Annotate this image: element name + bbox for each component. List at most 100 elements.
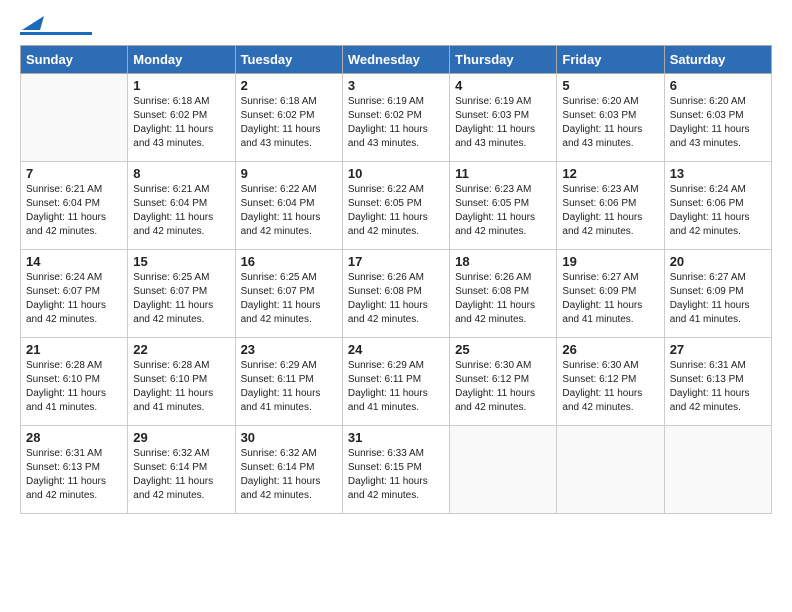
calendar-cell: 21 Sunrise: 6:28 AM Sunset: 6:10 PM Dayli… xyxy=(21,338,128,426)
calendar-cell: 12 Sunrise: 6:23 AM Sunset: 6:06 PM Dayli… xyxy=(557,162,664,250)
calendar-cell: 30 Sunrise: 6:32 AM Sunset: 6:14 PM Dayli… xyxy=(235,426,342,514)
calendar-week-row: 7 Sunrise: 6:21 AM Sunset: 6:04 PM Daylig… xyxy=(21,162,772,250)
day-info: Sunrise: 6:32 AM Sunset: 6:14 PM Dayligh… xyxy=(241,447,337,503)
calendar-header-monday: Monday xyxy=(128,46,235,74)
day-info: Sunrise: 6:28 AM Sunset: 6:10 PM Dayligh… xyxy=(133,359,229,415)
day-info: Sunrise: 6:29 AM Sunset: 6:11 PM Dayligh… xyxy=(348,359,444,415)
day-number: 5 xyxy=(562,78,658,93)
calendar-header-sunday: Sunday xyxy=(21,46,128,74)
calendar-week-row: 28Sunrise: 6:31 AM Sunset: 6:13 PM Dayli… xyxy=(21,426,772,514)
day-info: Sunrise: 6:19 AM Sunset: 6:02 PM Dayligh… xyxy=(348,95,444,151)
day-number: 17 xyxy=(348,254,444,269)
day-info: Sunrise: 6:18 AM Sunset: 6:02 PM Dayligh… xyxy=(241,95,337,151)
day-info: Sunrise: 6:27 AM Sunset: 6:09 PM Dayligh… xyxy=(562,271,658,327)
calendar-cell: 16 Sunrise: 6:25 AM Sunset: 6:07 PM Dayli… xyxy=(235,250,342,338)
day-info: Sunrise: 6:24 AM Sunset: 6:07 PM Dayligh… xyxy=(26,271,122,327)
day-number: 12 xyxy=(562,166,658,181)
day-number: 14 xyxy=(26,254,122,269)
day-number: 31 xyxy=(348,430,444,445)
calendar-cell: 31Sunrise: 6:33 AM Sunset: 6:15 PM Dayli… xyxy=(342,426,449,514)
calendar-cell: 11 Sunrise: 6:23 AM Sunset: 6:05 PM Dayli… xyxy=(450,162,557,250)
day-info: Sunrise: 6:22 AM Sunset: 6:04 PM Dayligh… xyxy=(241,183,337,239)
calendar-cell: 9 Sunrise: 6:22 AM Sunset: 6:04 PM Daylig… xyxy=(235,162,342,250)
calendar-cell: 17 Sunrise: 6:26 AM Sunset: 6:08 PM Dayli… xyxy=(342,250,449,338)
day-info: Sunrise: 6:32 AM Sunset: 6:14 PM Dayligh… xyxy=(133,447,229,503)
calendar-cell: 13 Sunrise: 6:24 AM Sunset: 6:06 PM Dayli… xyxy=(664,162,771,250)
day-number: 23 xyxy=(241,342,337,357)
day-info: Sunrise: 6:25 AM Sunset: 6:07 PM Dayligh… xyxy=(241,271,337,327)
day-number: 27 xyxy=(670,342,766,357)
calendar-cell: 29 Sunrise: 6:32 AM Sunset: 6:14 PM Dayli… xyxy=(128,426,235,514)
calendar-cell xyxy=(21,74,128,162)
day-number: 20 xyxy=(670,254,766,269)
day-info: Sunrise: 6:31 AM Sunset: 6:13 PM Dayligh… xyxy=(670,359,766,415)
calendar-cell xyxy=(450,426,557,514)
day-info: Sunrise: 6:25 AM Sunset: 6:07 PM Dayligh… xyxy=(133,271,229,327)
day-number: 11 xyxy=(455,166,551,181)
calendar-week-row: 21 Sunrise: 6:28 AM Sunset: 6:10 PM Dayli… xyxy=(21,338,772,426)
day-number: 6 xyxy=(670,78,766,93)
day-info: Sunrise: 6:24 AM Sunset: 6:06 PM Dayligh… xyxy=(670,183,766,239)
calendar-cell: 7Sunrise: 6:21 AM Sunset: 6:04 PM Daylig… xyxy=(21,162,128,250)
day-number: 10 xyxy=(348,166,444,181)
day-number: 16 xyxy=(241,254,337,269)
calendar-cell: 4Sunrise: 6:19 AM Sunset: 6:03 PM Daylig… xyxy=(450,74,557,162)
calendar-cell: 18 Sunrise: 6:26 AM Sunset: 6:08 PM Dayli… xyxy=(450,250,557,338)
logo-wing-icon xyxy=(22,12,44,30)
calendar-cell: 24 Sunrise: 6:29 AM Sunset: 6:11 PM Dayli… xyxy=(342,338,449,426)
calendar-cell: 2Sunrise: 6:18 AM Sunset: 6:02 PM Daylig… xyxy=(235,74,342,162)
day-info: Sunrise: 6:18 AM Sunset: 6:02 PM Dayligh… xyxy=(133,95,229,151)
day-info: Sunrise: 6:22 AM Sunset: 6:05 PM Dayligh… xyxy=(348,183,444,239)
day-number: 8 xyxy=(133,166,229,181)
day-info: Sunrise: 6:26 AM Sunset: 6:08 PM Dayligh… xyxy=(455,271,551,327)
day-number: 18 xyxy=(455,254,551,269)
calendar-cell xyxy=(557,426,664,514)
calendar-cell: 19 Sunrise: 6:27 AM Sunset: 6:09 PM Dayli… xyxy=(557,250,664,338)
day-number: 25 xyxy=(455,342,551,357)
day-number: 21 xyxy=(26,342,122,357)
day-info: Sunrise: 6:30 AM Sunset: 6:12 PM Dayligh… xyxy=(562,359,658,415)
logo xyxy=(20,20,92,35)
calendar-cell: 15 Sunrise: 6:25 AM Sunset: 6:07 PM Dayli… xyxy=(128,250,235,338)
calendar-table: SundayMondayTuesdayWednesdayThursdayFrid… xyxy=(20,45,772,514)
calendar-header-saturday: Saturday xyxy=(664,46,771,74)
day-number: 3 xyxy=(348,78,444,93)
calendar-cell xyxy=(664,426,771,514)
day-info: Sunrise: 6:20 AM Sunset: 6:03 PM Dayligh… xyxy=(670,95,766,151)
calendar-cell: 8 Sunrise: 6:21 AM Sunset: 6:04 PM Daylig… xyxy=(128,162,235,250)
day-info: Sunrise: 6:21 AM Sunset: 6:04 PM Dayligh… xyxy=(133,183,229,239)
day-number: 15 xyxy=(133,254,229,269)
day-number: 26 xyxy=(562,342,658,357)
calendar-header-row: SundayMondayTuesdayWednesdayThursdayFrid… xyxy=(21,46,772,74)
calendar-cell: 23 Sunrise: 6:29 AM Sunset: 6:11 PM Dayli… xyxy=(235,338,342,426)
day-number: 30 xyxy=(241,430,337,445)
day-info: Sunrise: 6:23 AM Sunset: 6:06 PM Dayligh… xyxy=(562,183,658,239)
calendar-header-thursday: Thursday xyxy=(450,46,557,74)
calendar-cell: 27 Sunrise: 6:31 AM Sunset: 6:13 PM Dayli… xyxy=(664,338,771,426)
day-number: 19 xyxy=(562,254,658,269)
logo-underline xyxy=(20,32,92,35)
calendar-header-tuesday: Tuesday xyxy=(235,46,342,74)
day-info: Sunrise: 6:29 AM Sunset: 6:11 PM Dayligh… xyxy=(241,359,337,415)
day-number: 7 xyxy=(26,166,122,181)
calendar-cell: 28Sunrise: 6:31 AM Sunset: 6:13 PM Dayli… xyxy=(21,426,128,514)
calendar-header-friday: Friday xyxy=(557,46,664,74)
day-info: Sunrise: 6:20 AM Sunset: 6:03 PM Dayligh… xyxy=(562,95,658,151)
calendar-cell: 14 Sunrise: 6:24 AM Sunset: 6:07 PM Dayli… xyxy=(21,250,128,338)
calendar-week-row: 1Sunrise: 6:18 AM Sunset: 6:02 PM Daylig… xyxy=(21,74,772,162)
day-info: Sunrise: 6:26 AM Sunset: 6:08 PM Dayligh… xyxy=(348,271,444,327)
day-info: Sunrise: 6:28 AM Sunset: 6:10 PM Dayligh… xyxy=(26,359,122,415)
calendar-header-wednesday: Wednesday xyxy=(342,46,449,74)
calendar-cell: 3 Sunrise: 6:19 AM Sunset: 6:02 PM Daylig… xyxy=(342,74,449,162)
calendar-cell: 26 Sunrise: 6:30 AM Sunset: 6:12 PM Dayli… xyxy=(557,338,664,426)
day-info: Sunrise: 6:23 AM Sunset: 6:05 PM Dayligh… xyxy=(455,183,551,239)
day-number: 24 xyxy=(348,342,444,357)
calendar-cell: 6 Sunrise: 6:20 AM Sunset: 6:03 PM Daylig… xyxy=(664,74,771,162)
day-number: 29 xyxy=(133,430,229,445)
day-number: 22 xyxy=(133,342,229,357)
page-header xyxy=(20,20,772,35)
day-number: 9 xyxy=(241,166,337,181)
calendar-cell: 10 Sunrise: 6:22 AM Sunset: 6:05 PM Dayli… xyxy=(342,162,449,250)
day-number: 13 xyxy=(670,166,766,181)
day-number: 4 xyxy=(455,78,551,93)
